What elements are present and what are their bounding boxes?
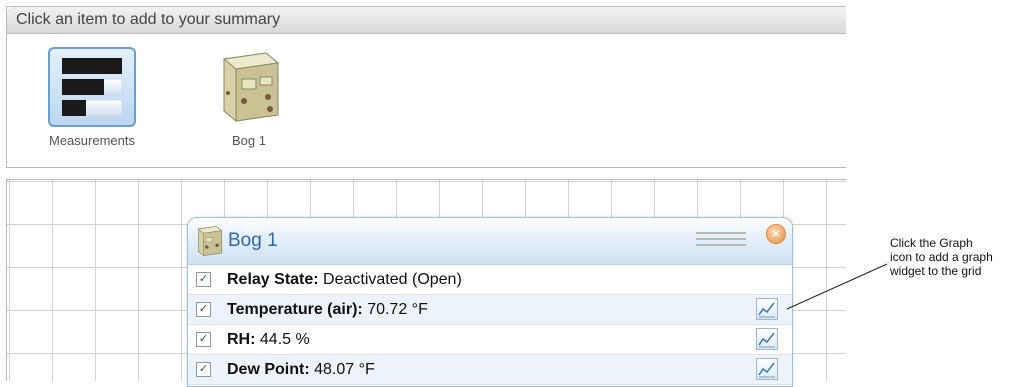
row-label: RH:	[227, 330, 256, 348]
drag-handle-icon[interactable]	[696, 232, 746, 248]
row-checkbox[interactable]: ✓	[196, 332, 211, 347]
device-enclosure-icon	[205, 47, 293, 127]
row-label: Temperature (air):	[227, 300, 363, 318]
row-value: Deactivated (Open)	[323, 270, 462, 288]
item-picker-panel: Click an item to add to your summary Mea…	[6, 6, 846, 168]
tile-measurements-label: Measurements	[49, 133, 135, 148]
callout-line-3: widget to the grid	[890, 264, 982, 278]
item-picker-header: Click an item to add to your summary	[7, 7, 846, 34]
graph-icon[interactable]	[756, 298, 778, 320]
measurements-bars-icon	[48, 47, 136, 127]
row-label: Dew Point:	[227, 360, 310, 378]
row-value: 44.5 %	[259, 330, 310, 348]
row-label: Relay State:	[227, 270, 319, 288]
tile-bog-1[interactable]: Bog 1	[194, 47, 304, 148]
row-checkbox[interactable]: ✓	[196, 272, 211, 287]
row-value: 48.07 °F	[314, 360, 375, 378]
widget-header[interactable]: Bog 1 ✕	[188, 218, 792, 265]
close-icon[interactable]: ✕	[766, 224, 786, 244]
widget-title: Bog 1	[228, 230, 278, 251]
bog-1-widget[interactable]: Bog 1 ✕ ✓ Relay State: Deactivated (Open…	[187, 217, 793, 387]
callout-line-2: icon to add a graph	[890, 250, 993, 264]
tile-measurements[interactable]: Measurements	[37, 47, 147, 148]
callout-annotation: Click the Graph icon to add a graph widg…	[890, 236, 1025, 278]
callout-line-1: Click the Graph	[890, 236, 973, 250]
row-checkbox[interactable]: ✓	[196, 302, 211, 317]
item-picker-header-text: Click an item to add to your summary	[16, 11, 281, 28]
device-enclosure-icon	[197, 226, 223, 256]
widget-row-temperature: ✓ Temperature (air): 70.72 °F	[188, 295, 792, 325]
widget-row-relay-state: ✓ Relay State: Deactivated (Open)	[188, 265, 792, 295]
tile-bog-1-label: Bog 1	[232, 133, 266, 148]
graph-icon[interactable]	[756, 328, 778, 350]
widget-row-rh: ✓ RH: 44.5 %	[188, 325, 792, 355]
graph-icon[interactable]	[756, 358, 778, 380]
row-checkbox[interactable]: ✓	[196, 362, 211, 377]
row-value: 70.72 °F	[367, 300, 428, 318]
